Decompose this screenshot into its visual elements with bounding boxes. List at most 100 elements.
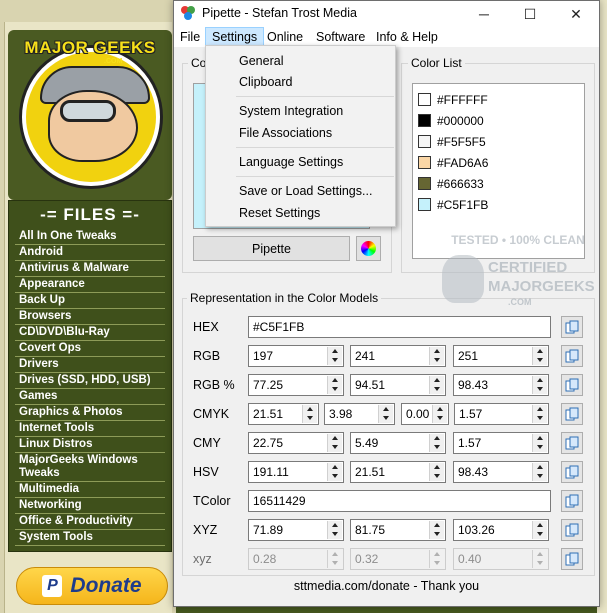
copy-button[interactable] xyxy=(561,316,583,338)
minimize-button[interactable]: ─ xyxy=(461,1,507,27)
title-bar[interactable]: Pipette - Stefan Trost Media ─ ☐ ✕ xyxy=(174,1,599,27)
numeric-spin-field[interactable]: 81.75 xyxy=(350,519,446,541)
spin-arrows-icon[interactable] xyxy=(429,347,444,365)
menu-online[interactable]: Online xyxy=(261,27,309,47)
spin-arrows-icon[interactable] xyxy=(532,405,547,423)
spin-arrows-icon[interactable] xyxy=(532,521,547,539)
field-value: 77.25 xyxy=(253,378,284,392)
spin-arrows-icon[interactable] xyxy=(378,405,393,423)
copy-button[interactable] xyxy=(561,403,583,425)
color-list-item[interactable]: #000000 xyxy=(418,110,484,131)
menu-item-reset-settings[interactable]: Reset Settings xyxy=(239,203,320,223)
category-link[interactable]: Appearance xyxy=(15,277,165,293)
category-link[interactable]: Covert Ops xyxy=(15,341,165,357)
category-link[interactable]: All In One Tweaks xyxy=(15,229,165,245)
category-link[interactable]: Games xyxy=(15,389,165,405)
category-link[interactable]: Browsers xyxy=(15,309,165,325)
numeric-spin-field[interactable]: 98.43 xyxy=(453,461,549,483)
spin-arrows-icon[interactable] xyxy=(432,405,447,423)
text-field[interactable]: #C5F1FB xyxy=(248,316,551,338)
copy-button[interactable] xyxy=(561,548,583,570)
spin-arrows-icon[interactable] xyxy=(532,463,547,481)
menu-item-language-settings[interactable]: Language Settings xyxy=(239,152,343,172)
color-list-item[interactable]: #FFFFFF xyxy=(418,89,488,110)
numeric-spin-field[interactable]: 103.26 xyxy=(453,519,549,541)
menu-file[interactable]: File xyxy=(174,27,206,47)
numeric-spin-field[interactable]: 98.43 xyxy=(453,374,549,396)
text-field[interactable]: 16511429 xyxy=(248,490,551,512)
category-link[interactable]: Internet Tools xyxy=(15,421,165,437)
numeric-spin-field[interactable]: 1.57 xyxy=(454,403,549,425)
category-link[interactable]: Linux Distros xyxy=(15,437,165,453)
numeric-spin-field[interactable]: 1.57 xyxy=(453,432,549,454)
category-link[interactable]: Networking xyxy=(15,498,165,514)
category-link[interactable]: Graphics & Photos xyxy=(15,405,165,421)
color-wheel-button[interactable] xyxy=(356,236,381,261)
category-link[interactable]: Back Up xyxy=(15,293,165,309)
category-link[interactable]: CD\DVD\Blu-Ray xyxy=(15,325,165,341)
category-link[interactable]: Android xyxy=(15,245,165,261)
menu-item-clipboard[interactable]: Clipboard xyxy=(239,72,293,92)
color-list-item[interactable]: #FAD6A6 xyxy=(418,152,488,173)
spin-arrows-icon[interactable] xyxy=(327,376,342,394)
spin-arrows-icon[interactable] xyxy=(532,434,547,452)
spin-arrows-icon[interactable] xyxy=(327,521,342,539)
numeric-spin-field[interactable]: 22.75 xyxy=(248,432,344,454)
spin-arrows-icon[interactable] xyxy=(429,434,444,452)
spin-arrows-icon[interactable] xyxy=(327,463,342,481)
copy-button[interactable] xyxy=(561,519,583,541)
menu-item-file-associations[interactable]: File Associations xyxy=(239,123,332,143)
numeric-spin-field[interactable]: 21.51 xyxy=(350,461,446,483)
menu-item-save-load-settings[interactable]: Save or Load Settings... xyxy=(239,181,372,201)
category-link[interactable]: Office & Productivity xyxy=(15,514,165,530)
donate-footer-link[interactable]: sttmedia.com/donate - Thank you xyxy=(174,579,599,593)
menu-settings[interactable]: Settings xyxy=(205,27,265,47)
field-value: 16511429 xyxy=(253,494,306,508)
category-link[interactable]: Multimedia xyxy=(15,482,165,498)
color-list-item[interactable]: #666633 xyxy=(418,173,484,194)
numeric-spin-field[interactable]: 251 xyxy=(453,345,549,367)
category-link[interactable]: System Tools xyxy=(15,530,165,546)
maximize-button[interactable]: ☐ xyxy=(507,1,553,27)
menu-item-system-integration[interactable]: System Integration xyxy=(239,101,343,121)
field-value: 71.89 xyxy=(253,523,284,537)
spin-arrows-icon[interactable] xyxy=(302,405,317,423)
numeric-spin-field[interactable]: 94.51 xyxy=(350,374,446,396)
spin-arrows-icon[interactable] xyxy=(429,463,444,481)
category-link[interactable]: Drivers xyxy=(15,357,165,373)
category-link[interactable]: Antivirus & Malware xyxy=(15,261,165,277)
spin-arrows-icon[interactable] xyxy=(327,434,342,452)
category-link[interactable]: MajorGeeks Windows Tweaks xyxy=(15,453,165,482)
majorgeeks-logo[interactable]: MAJOR GEEKS .COM xyxy=(8,30,172,200)
numeric-spin-field[interactable]: 197 xyxy=(248,345,344,367)
copy-button[interactable] xyxy=(561,432,583,454)
majorgeeks-watermark: TESTED • 100% CLEAN CERTIFIED MAJORGEEKS… xyxy=(438,233,598,313)
numeric-spin-field[interactable]: 191.11 xyxy=(248,461,344,483)
donate-button[interactable]: P Donate xyxy=(16,567,168,605)
numeric-spin-field[interactable]: 241 xyxy=(350,345,446,367)
numeric-spin-field[interactable]: 71.89 xyxy=(248,519,344,541)
close-button[interactable]: ✕ xyxy=(553,1,599,27)
numeric-spin-field[interactable]: 3.98 xyxy=(324,403,395,425)
numeric-spin-field[interactable]: 5.49 xyxy=(350,432,446,454)
spin-arrows-icon xyxy=(429,550,444,568)
copy-button[interactable] xyxy=(561,461,583,483)
copy-button[interactable] xyxy=(561,490,583,512)
spin-arrows-icon[interactable] xyxy=(429,376,444,394)
numeric-spin-field[interactable]: 21.51 xyxy=(248,403,319,425)
pipette-button[interactable]: Pipette xyxy=(193,236,350,261)
color-list-item[interactable]: #F5F5F5 xyxy=(418,131,486,152)
copy-button[interactable] xyxy=(561,345,583,367)
spin-arrows-icon[interactable] xyxy=(532,347,547,365)
color-list-item[interactable]: #C5F1FB xyxy=(418,194,488,215)
spin-arrows-icon[interactable] xyxy=(327,347,342,365)
menu-info-help[interactable]: Info & Help xyxy=(370,27,444,47)
menu-software[interactable]: Software xyxy=(310,27,371,47)
numeric-spin-field[interactable]: 77.25 xyxy=(248,374,344,396)
category-link[interactable]: Drives (SSD, HDD, USB) xyxy=(15,373,165,389)
spin-arrows-icon[interactable] xyxy=(429,521,444,539)
numeric-spin-field[interactable]: 0.00 xyxy=(401,403,449,425)
copy-button[interactable] xyxy=(561,374,583,396)
spin-arrows-icon[interactable] xyxy=(532,376,547,394)
menu-item-general[interactable]: General xyxy=(239,51,283,71)
